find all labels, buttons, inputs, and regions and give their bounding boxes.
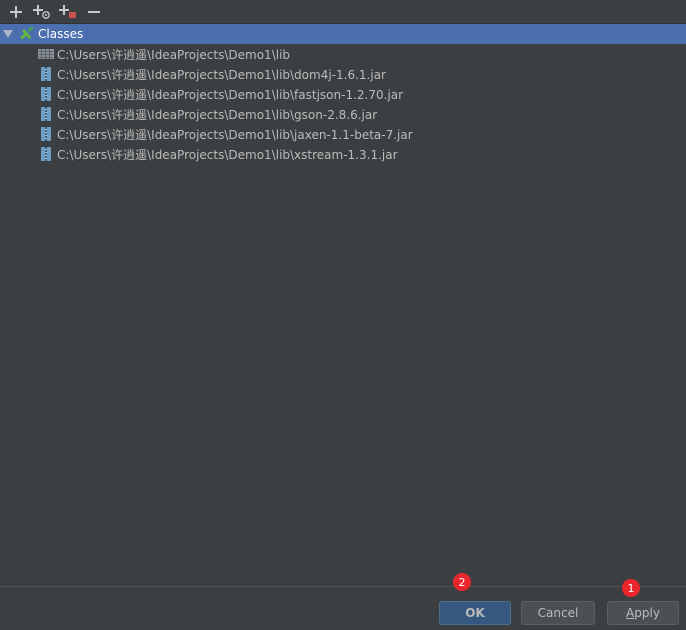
jar-icon [38, 106, 54, 122]
annotation-badge-1: 1 [622, 579, 640, 597]
jar-icon [38, 86, 54, 102]
tree-node-classes[interactable]: Classes [0, 24, 686, 44]
library-toolbar [0, 0, 686, 24]
jar-icon [38, 66, 54, 82]
cancel-button[interactable]: Cancel [521, 601, 595, 625]
add-jar-directory-icon [33, 4, 50, 19]
tree-item-path: C:\Users\许逍遥\IdeaProjects\Demo1\lib\dom4… [57, 67, 386, 82]
tree-item-jar[interactable]: C:\Users\许逍遥\IdeaProjects\Demo1\lib\xstr… [0, 144, 686, 164]
jar-icon [38, 146, 54, 162]
library-roots-tree[interactable]: Classes C:\Users\许逍遥\IdeaProjects\Demo1\… [0, 24, 686, 586]
ok-button[interactable]: OK [439, 601, 511, 625]
cancel-button-label: Cancel [537, 606, 579, 620]
chevron-down-icon [3, 30, 13, 38]
expand-toggle[interactable] [0, 24, 16, 44]
tree-item-path: C:\Users\许逍遥\IdeaProjects\Demo1\lib\gson… [57, 107, 378, 122]
remove-button[interactable] [82, 1, 106, 23]
tree-item-path: C:\Users\许逍遥\IdeaProjects\Demo1\lib\jaxe… [57, 127, 413, 142]
tree-item-path: C:\Users\许逍遥\IdeaProjects\Demo1\lib [57, 47, 291, 62]
tree-item-jar[interactable]: C:\Users\许逍遥\IdeaProjects\Demo1\lib\dom4… [0, 64, 686, 84]
apply-button[interactable]: Apply [607, 601, 679, 625]
tree-item-path: C:\Users\许逍遥\IdeaProjects\Demo1\lib\xstr… [57, 147, 398, 162]
annotation-badge-2: 2 [453, 573, 471, 591]
jar-icon [38, 126, 54, 142]
remove-icon [88, 10, 100, 13]
apply-button-label: Apply [626, 606, 660, 620]
apply-label-rest: pply [634, 606, 660, 620]
tree-node-label: Classes [38, 27, 84, 41]
tree-item-jar[interactable]: C:\Users\许逍遥\IdeaProjects\Demo1\lib\jaxe… [0, 124, 686, 144]
dialog-footer: OK Cancel Apply [0, 587, 686, 630]
folder-icon [38, 46, 54, 62]
tree-item-jar[interactable]: C:\Users\许逍遥\IdeaProjects\Demo1\lib\gson… [0, 104, 686, 124]
tree-item-jar[interactable]: C:\Users\许逍遥\IdeaProjects\Demo1\lib\fast… [0, 84, 686, 104]
tree-item-lib-folder[interactable]: C:\Users\许逍遥\IdeaProjects\Demo1\lib [0, 44, 686, 64]
add-button[interactable] [4, 1, 28, 23]
project-library-dialog: Classes C:\Users\许逍遥\IdeaProjects\Demo1\… [0, 0, 686, 630]
add-icon [10, 5, 22, 18]
library-classes-icon [18, 24, 36, 44]
tree-item-path: C:\Users\许逍遥\IdeaProjects\Demo1\lib\fast… [57, 87, 404, 102]
add-jar-directory-button[interactable] [30, 1, 54, 23]
add-url-icon [59, 4, 76, 18]
add-url-button[interactable] [56, 1, 80, 23]
ok-button-label: OK [465, 606, 485, 620]
